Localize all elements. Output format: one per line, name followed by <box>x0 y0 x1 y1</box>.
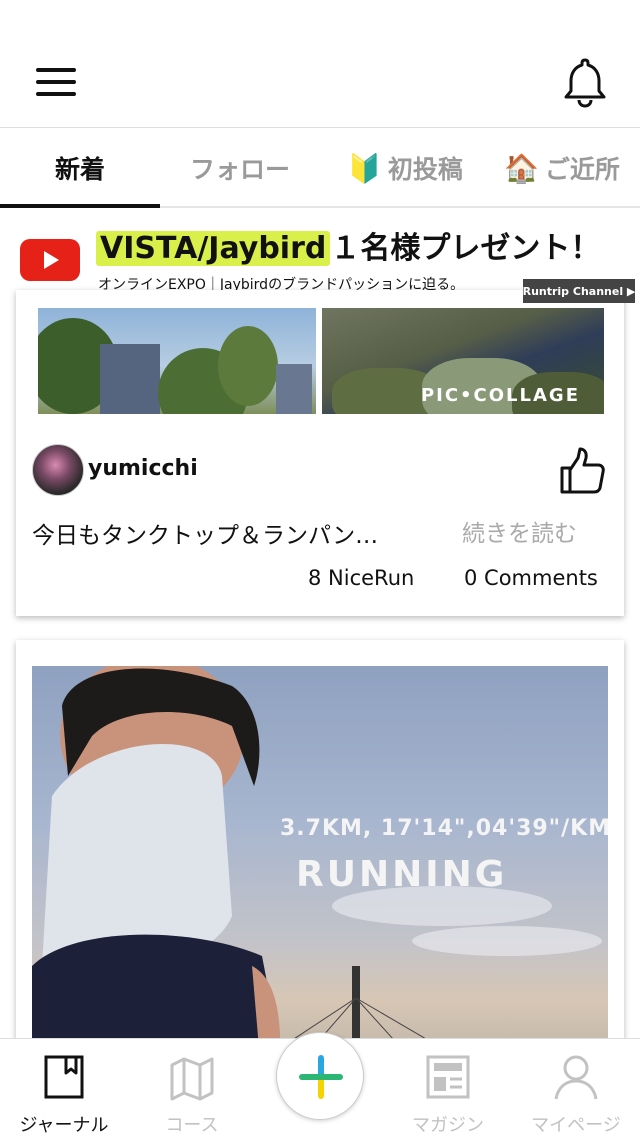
nav-mypage-label: マイページ <box>531 1115 621 1136</box>
username[interactable]: yumicchi <box>88 456 198 481</box>
tab-new-label: 新着 <box>54 155 105 184</box>
active-tab-indicator <box>0 204 160 208</box>
user-icon <box>554 1055 598 1100</box>
channel-button[interactable]: Runtrip Channel ▶ <box>523 279 635 303</box>
collage-photo-city <box>38 308 316 414</box>
nav-mypage[interactable]: マイページ <box>512 1039 640 1136</box>
collage-watermark: PIC•COLLAGE <box>420 385 580 406</box>
tab-first-post-label: 初投稿 <box>387 155 463 184</box>
tab-first-post[interactable]: 🔰 初投稿 <box>330 128 480 208</box>
run-title-overlay: RUNNING <box>296 854 508 895</box>
nav-journal[interactable]: ジャーナル <box>0 1039 128 1136</box>
collage-photo-legs: PIC•COLLAGE <box>322 308 604 414</box>
magazine-icon <box>426 1055 470 1099</box>
map-icon <box>170 1057 214 1101</box>
beginner-mark-icon: 🔰 <box>347 151 382 185</box>
book-icon <box>44 1055 84 1099</box>
avatar[interactable] <box>32 444 84 496</box>
nav-magazine[interactable]: マガジン <box>384 1039 512 1136</box>
run-stats-overlay: 3.7KM, 17'14",04'39"/KM <box>280 816 608 841</box>
nicerun-count[interactable]: 8 NiceRun <box>308 566 414 590</box>
app-header <box>0 0 640 128</box>
banner-title: VISTA/Jaybird １名様プレゼント！ <box>96 230 600 268</box>
runner-photo <box>32 666 282 1060</box>
post-excerpt: 今日もタンクトップ＆ランパン… <box>32 523 379 549</box>
nav-course[interactable]: コース <box>128 1039 256 1136</box>
new-post-button[interactable] <box>276 1032 364 1120</box>
tab-new[interactable]: 新着 <box>0 128 160 208</box>
nav-journal-label: ジャーナル <box>19 1115 109 1136</box>
read-more-link[interactable]: 続きを読む <box>462 514 577 548</box>
nav-course-label: コース <box>165 1115 219 1136</box>
house-icon: 🏠 <box>504 151 539 185</box>
post-image[interactable]: PIC•COLLAGE <box>38 308 604 414</box>
comment-count[interactable]: 0 Comments <box>464 566 598 590</box>
tab-nearby-label: ご近所 <box>544 155 620 184</box>
youtube-icon <box>20 239 80 281</box>
tab-follow-label: フォロー <box>189 155 290 184</box>
menu-icon[interactable] <box>36 68 76 96</box>
nav-magazine-label: マガジン <box>412 1115 484 1136</box>
plus-icon <box>299 1055 343 1099</box>
post-card[interactable]: PIC•COLLAGE yumicchi 今日もタンクトップ＆ランパン… 続きを… <box>16 290 624 616</box>
feed-tabs: 新着 フォロー 🔰 初投稿 🏠 ご近所 <box>0 128 640 208</box>
thumbs-up-icon[interactable] <box>558 446 606 496</box>
notification-bell-icon[interactable] <box>560 56 610 108</box>
banner-title-highlight: VISTA/Jaybird <box>96 231 331 266</box>
tab-nearby[interactable]: 🏠 ご近所 <box>492 128 632 208</box>
post-card[interactable]: 3.7KM, 17'14",04'39"/KM RUNNING <box>16 640 624 1060</box>
post-image[interactable]: 3.7KM, 17'14",04'39"/KM RUNNING <box>32 666 608 1060</box>
tab-follow[interactable]: フォロー <box>160 128 320 208</box>
banner-title-rest: １名様プレゼント！ <box>330 231 601 266</box>
